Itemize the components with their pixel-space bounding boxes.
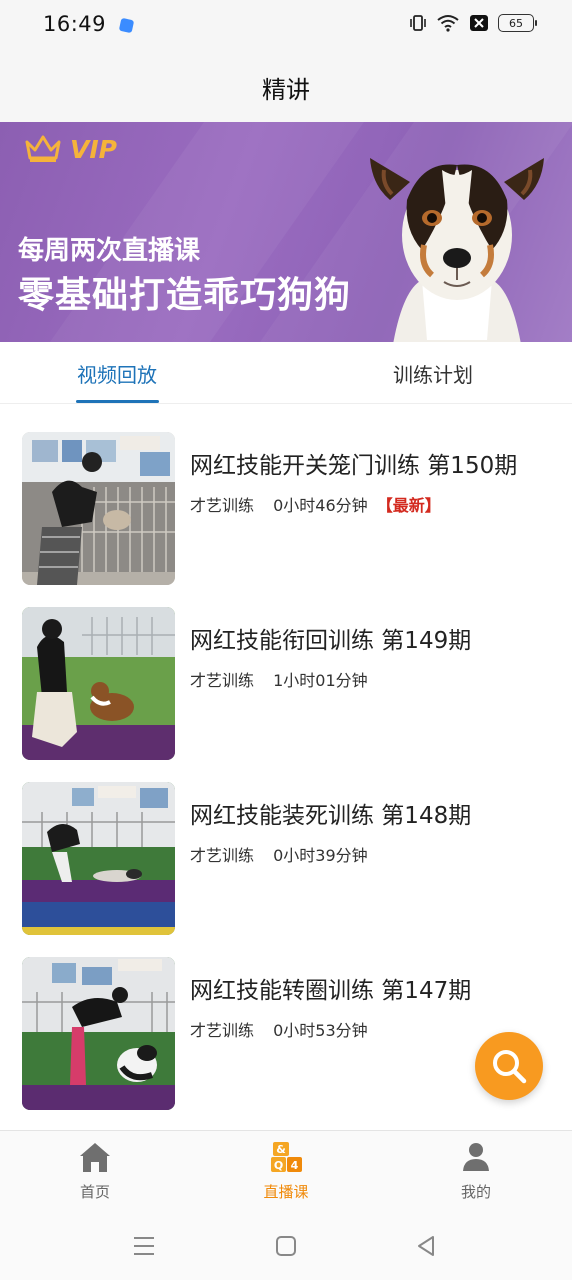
active-tab-indicator	[76, 400, 159, 403]
video-thumbnail[interactable]	[22, 607, 175, 760]
video-thumbnail[interactable]	[22, 957, 175, 1110]
vibrate-icon	[410, 15, 426, 31]
video-meta: 才艺训练 1小时01分钟	[190, 667, 382, 691]
vip-banner[interactable]: VIP 每周两次直播课 零基础打造乖巧狗狗	[0, 122, 572, 342]
svg-text:Q: Q	[274, 1159, 283, 1172]
video-meta: 才艺训练 0小时46分钟 【最新】	[190, 492, 455, 516]
live-course-icon: & Q 4	[271, 1142, 302, 1172]
nav-mine[interactable]: 我的	[416, 1139, 536, 1202]
video-duration: 1小时01分钟	[273, 671, 368, 690]
list-item[interactable]: 网红技能衔回训练 第149期 才艺训练 1小时01分钟	[0, 579, 572, 760]
vip-label: VIP	[70, 134, 117, 164]
crown-icon	[25, 135, 61, 162]
banner-subtitle: 每周两次直播课	[18, 236, 201, 266]
search-icon	[493, 1050, 527, 1084]
status-bar: 16:49 65	[0, 0, 572, 52]
video-duration: 0小时39分钟	[273, 846, 368, 865]
status-time: 16:49	[43, 12, 107, 36]
home-button-icon[interactable]	[274, 1234, 298, 1258]
wifi-icon	[437, 15, 459, 32]
video-title[interactable]: 网红技能装死训练 第148期	[190, 796, 471, 830]
tab-training-plan[interactable]: 训练计划	[358, 342, 508, 404]
app-notification-icon	[118, 17, 135, 34]
list-item[interactable]: 网红技能装死训练 第148期 才艺训练 0小时39分钟	[0, 754, 572, 935]
video-category: 才艺训练	[190, 496, 255, 515]
video-meta: 才艺训练 0小时53分钟	[190, 1017, 382, 1041]
video-title[interactable]: 网红技能衔回训练 第149期	[190, 621, 471, 655]
page-title: 精讲	[262, 75, 310, 104]
banner-headline: 零基础打造乖巧狗狗	[18, 275, 352, 316]
battery-icon: 65	[498, 14, 537, 32]
svg-text:4: 4	[291, 1159, 299, 1172]
video-category: 才艺训练	[190, 846, 255, 865]
svg-text:&: &	[276, 1143, 286, 1156]
video-title[interactable]: 网红技能开关笼门训练 第150期	[190, 446, 517, 480]
nav-home-label: 首页	[79, 1183, 110, 1201]
menu-icon[interactable]	[132, 1234, 156, 1258]
nav-live-course[interactable]: & Q 4 直播课	[226, 1139, 346, 1202]
list-item[interactable]: 网红技能开关笼门训练 第150期 才艺训练 0小时46分钟 【最新】	[0, 404, 572, 585]
search-button[interactable]	[475, 1032, 543, 1100]
dog-illustration	[370, 158, 544, 342]
nav-home[interactable]: 首页	[35, 1139, 155, 1202]
header: 精讲	[0, 52, 572, 122]
tab-bar: 视频回放 训练计划	[0, 342, 572, 404]
video-meta: 才艺训练 0小时39分钟	[190, 842, 382, 866]
status-icons: 65	[409, 14, 537, 32]
nav-mine-label: 我的	[460, 1183, 491, 1201]
video-thumbnail[interactable]	[22, 432, 175, 585]
newest-badge: 【最新】	[376, 496, 441, 515]
system-nav-bar	[0, 1216, 572, 1280]
nav-live-course-label: 直播课	[263, 1183, 309, 1201]
video-category: 才艺训练	[190, 1021, 255, 1040]
back-icon[interactable]	[414, 1234, 438, 1258]
video-duration: 0小时46分钟	[273, 496, 368, 515]
vip-badge: VIP	[24, 134, 117, 164]
video-duration: 0小时53分钟	[273, 1021, 368, 1040]
home-icon	[80, 1143, 110, 1172]
video-title[interactable]: 网红技能转圈训练 第147期	[190, 971, 471, 1005]
tab-video-replay[interactable]: 视频回放	[42, 342, 192, 404]
video-thumbnail[interactable]	[22, 782, 175, 935]
user-icon	[463, 1143, 489, 1171]
bottom-nav: 首页 & Q 4 直播课 我的	[0, 1130, 572, 1216]
video-category: 才艺训练	[190, 671, 255, 690]
sim-blocked-icon	[470, 15, 488, 31]
